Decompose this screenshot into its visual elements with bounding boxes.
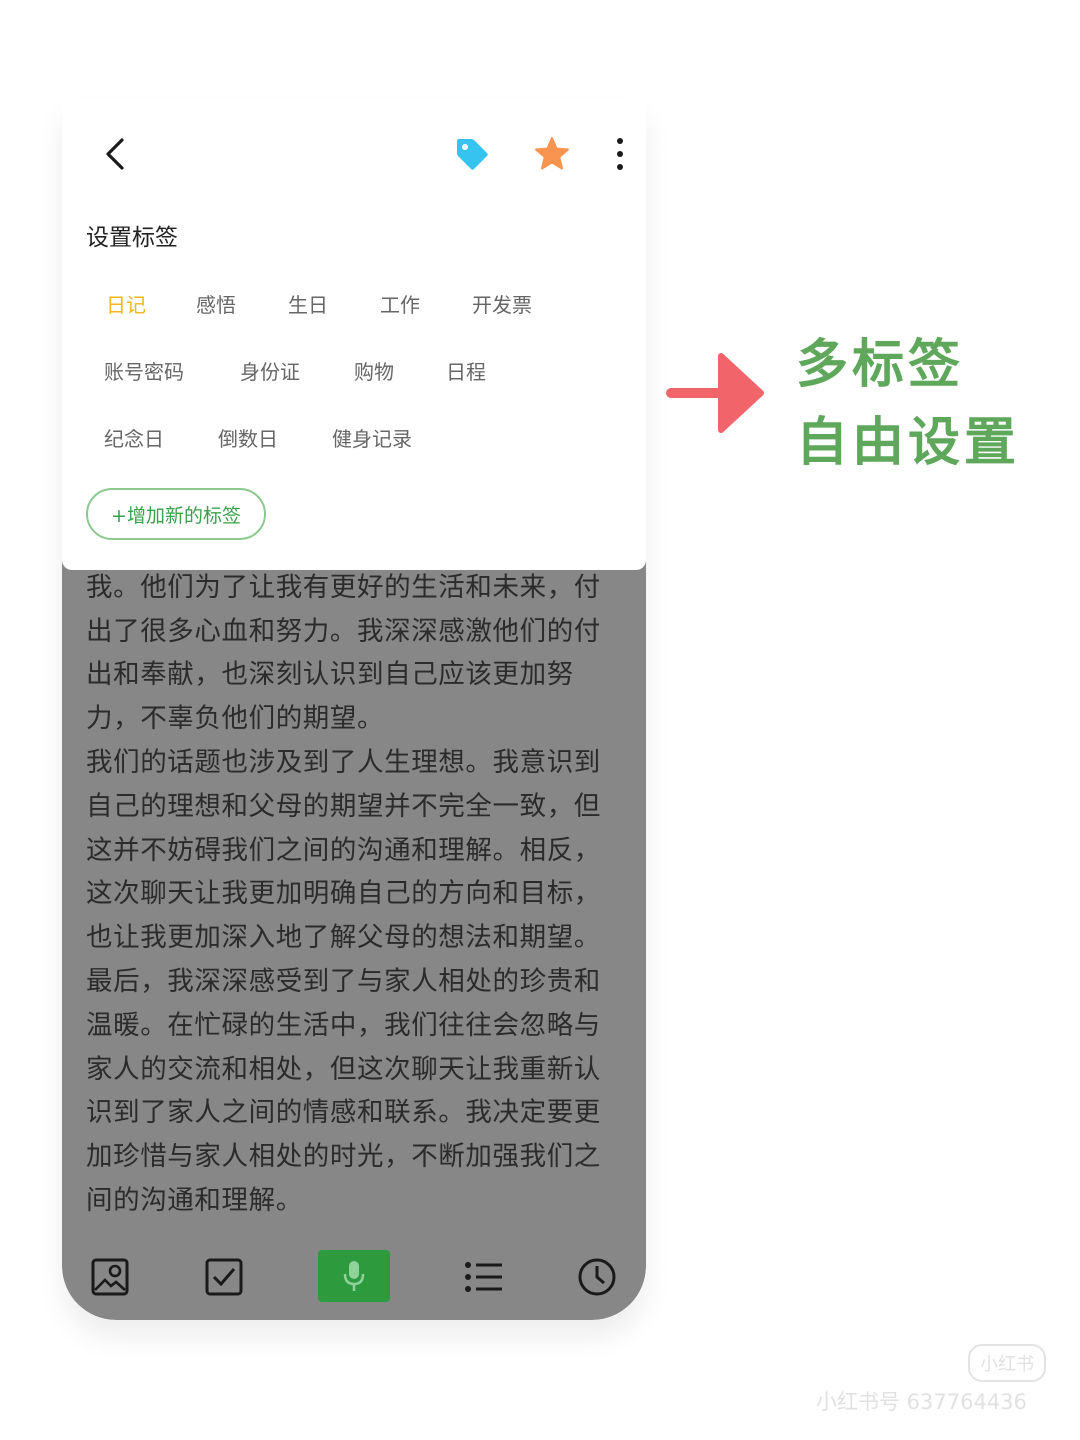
note-paragraph-1: 成长过程中，父母一直在默默地支持和鼓励我。他们为了让我有更好的生活和未来，付出了… xyxy=(86,571,601,735)
tag-work[interactable]: 工作 xyxy=(380,289,420,318)
callout-line-2: 自由设置 xyxy=(796,413,1021,473)
tag-fitness-log[interactable]: 健身记录 xyxy=(332,423,412,452)
tag-icon[interactable] xyxy=(452,134,492,174)
watermark-id: 小红书号 637764436 xyxy=(816,1390,1027,1414)
note-text[interactable]: 成长过程中，父母一直在默默地支持和鼓励我。他们为了让我有更好的生活和未来，付出了… xyxy=(86,560,626,1223)
star-icon[interactable] xyxy=(532,134,572,174)
tag-account-password[interactable]: 账号密码 xyxy=(104,356,184,385)
watermark-logo: 小红书 xyxy=(968,1344,1046,1382)
tag-insight[interactable]: 感悟 xyxy=(196,289,236,318)
microphone-icon[interactable] xyxy=(318,1250,390,1302)
tag-id-card[interactable]: 身份证 xyxy=(240,356,300,385)
list-icon[interactable] xyxy=(454,1250,514,1304)
phone-screen: 成长过程中，父母一直在默默地支持和鼓励我。他们为了让我有更好的生活和未来，付出了… xyxy=(62,100,646,1320)
tag-panel-title: 设置标签 xyxy=(86,225,178,251)
tag-countdown[interactable]: 倒数日 xyxy=(218,423,278,452)
callout-line-1: 多标签 xyxy=(796,335,965,395)
tag-anniversary[interactable]: 纪念日 xyxy=(104,423,164,452)
tag-birthday[interactable]: 生日 xyxy=(288,289,328,318)
tag-invoice[interactable]: 开发票 xyxy=(472,289,532,318)
checkbox-icon[interactable] xyxy=(194,1250,254,1304)
page: 成长过程中，父母一直在默默地支持和鼓励我。他们为了让我有更好的生活和未来，付出了… xyxy=(0,0,1080,1440)
note-paragraph-2: 我们的话题也涉及到了人生理想。我意识到自己的理想和父母的期望并不完全一致，但这并… xyxy=(86,746,601,954)
tag-shopping[interactable]: 购物 xyxy=(354,356,394,385)
note-body: 成长过程中，父母一直在默默地支持和鼓励我。他们为了让我有更好的生活和未来，付出了… xyxy=(62,560,646,1320)
tag-panel: 设置标签 日记 感悟 生日 工作 开发票 账号密码 身份证 购物 日程 纪念日 … xyxy=(62,100,646,570)
note-paragraph-3: 最后，我深深感受到了与家人相处的珍贵和温暖。在忙碌的生活中，我们往往会忽略与家人… xyxy=(86,965,601,1216)
tag-schedule[interactable]: 日程 xyxy=(446,356,486,385)
image-icon[interactable] xyxy=(80,1250,140,1304)
clock-icon[interactable] xyxy=(567,1250,627,1304)
arrow-right-icon xyxy=(665,350,765,436)
chevron-left-icon[interactable] xyxy=(98,134,134,174)
add-tag-button[interactable]: +增加新的标签 xyxy=(86,488,266,540)
tag-diary[interactable]: 日记 xyxy=(106,289,146,318)
editor-toolbar xyxy=(62,1250,646,1310)
more-vertical-icon[interactable] xyxy=(600,134,640,174)
